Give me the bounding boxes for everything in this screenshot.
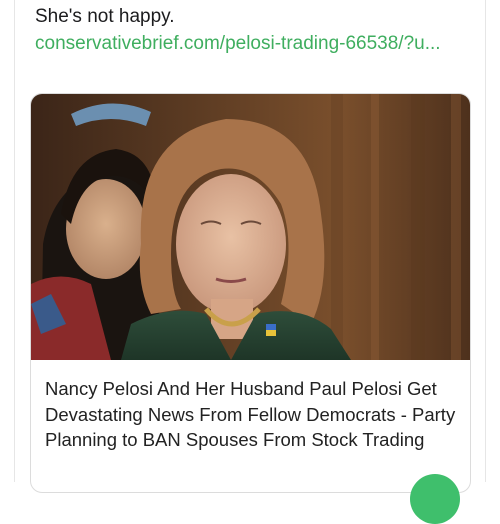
- card-title[interactable]: Nancy Pelosi And Her Husband Paul Pelosi…: [45, 376, 463, 453]
- card-photo: [31, 94, 470, 360]
- post-link[interactable]: conservativebrief.com/pelosi-trading-665…: [35, 31, 463, 57]
- post-container: She's not happy. conservativebrief.com/p…: [14, 0, 486, 493]
- link-preview-card[interactable]: Nancy Pelosi And Her Husband Paul Pelosi…: [30, 93, 471, 493]
- card-image[interactable]: [31, 94, 470, 360]
- post-text: She's not happy.: [35, 6, 175, 27]
